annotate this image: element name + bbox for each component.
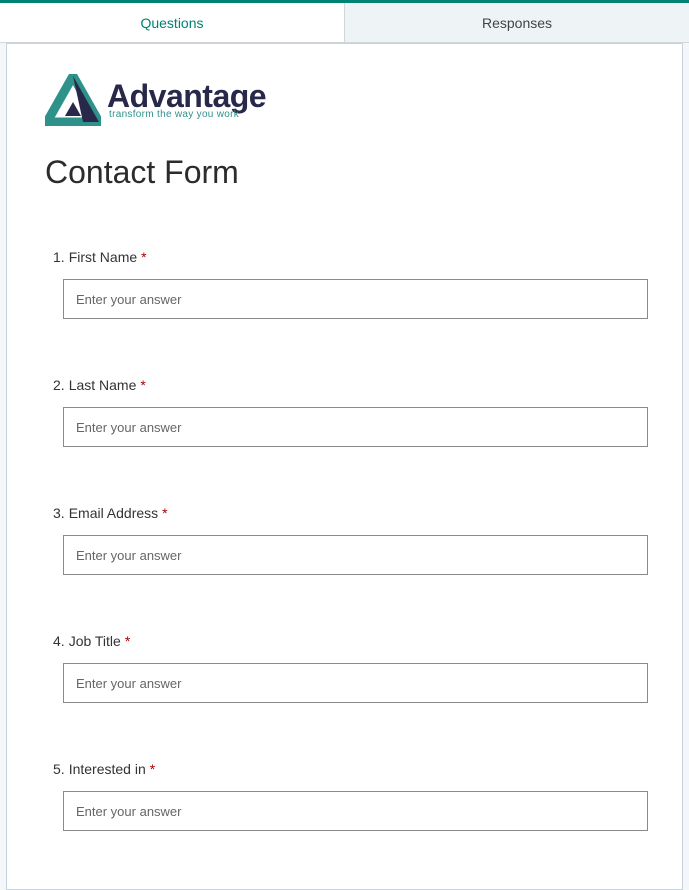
logo-tagline: transform the way you work: [107, 110, 266, 120]
question-number: 1.: [53, 249, 65, 265]
required-mark: *: [162, 505, 167, 521]
first-name-input[interactable]: [63, 279, 648, 319]
question-text: Last Name: [69, 377, 137, 393]
tabs-bar: Questions Responses: [0, 0, 689, 43]
questions-list: 1. First Name * 2. Last Name * 3. Email …: [45, 249, 644, 831]
question: 3. Email Address *: [53, 505, 644, 575]
question-number: 2.: [53, 377, 65, 393]
tab-responses[interactable]: Responses: [345, 3, 689, 42]
question: 2. Last Name *: [53, 377, 644, 447]
question-number: 4.: [53, 633, 65, 649]
question-label: 3. Email Address *: [53, 505, 644, 521]
question: 5. Interested in *: [53, 761, 644, 831]
question-label: 1. First Name *: [53, 249, 644, 265]
required-mark: *: [141, 249, 146, 265]
tab-questions[interactable]: Questions: [0, 3, 345, 42]
question-label: 5. Interested in *: [53, 761, 644, 777]
email-address-input[interactable]: [63, 535, 648, 575]
interested-in-input[interactable]: [63, 791, 648, 831]
question: 4. Job Title *: [53, 633, 644, 703]
logo-icon: [45, 74, 101, 126]
required-mark: *: [125, 633, 130, 649]
question-text: Email Address: [69, 505, 158, 521]
question-number: 3.: [53, 505, 65, 521]
question-label: 2. Last Name *: [53, 377, 644, 393]
question-label: 4. Job Title *: [53, 633, 644, 649]
form-builder-container: Questions Responses Advantage transform …: [0, 0, 689, 890]
question: 1. First Name *: [53, 249, 644, 319]
question-text: Job Title: [69, 633, 121, 649]
form-panel: Advantage transform the way you work Con…: [6, 43, 683, 890]
last-name-input[interactable]: [63, 407, 648, 447]
form-title: Contact Form: [45, 154, 644, 191]
required-mark: *: [150, 761, 155, 777]
logo-word: Advantage: [107, 80, 266, 112]
question-text: First Name: [69, 249, 137, 265]
logo-text: Advantage transform the way you work: [107, 80, 266, 120]
required-mark: *: [140, 377, 145, 393]
question-number: 5.: [53, 761, 65, 777]
question-text: Interested in: [69, 761, 146, 777]
job-title-input[interactable]: [63, 663, 648, 703]
logo: Advantage transform the way you work: [45, 74, 644, 126]
